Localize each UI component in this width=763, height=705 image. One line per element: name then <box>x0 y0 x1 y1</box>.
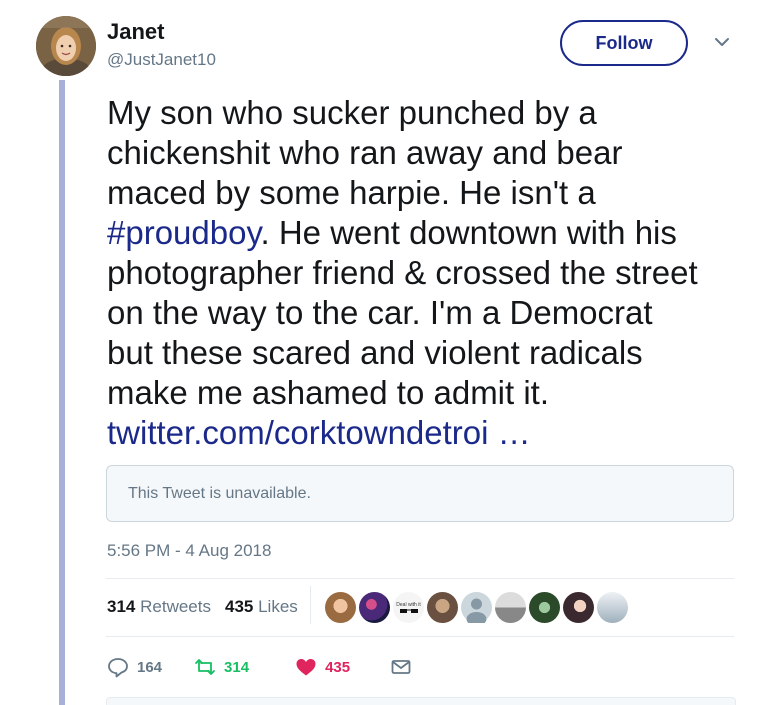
sunglasses-icon <box>399 608 418 613</box>
divider <box>106 578 734 579</box>
author-handle[interactable]: @JustJanet10 <box>107 50 216 70</box>
liker-avatar[interactable] <box>427 592 458 623</box>
likes-stat-label: Likes <box>258 597 298 616</box>
tweet-page: Janet @JustJanet10 Follow My son who suc… <box>0 0 763 705</box>
tweet-actions: 164 314 435 <box>107 655 412 679</box>
tweet-line: maced by some harpie. He isn't a <box>107 174 596 211</box>
liker-avatar-default[interactable] <box>461 592 492 626</box>
liker-avatar[interactable] <box>563 592 594 623</box>
like-button[interactable]: 435 <box>295 656 350 678</box>
tweet-line-rest: . He went downtown with his <box>260 214 677 251</box>
retweets-stat-count: 314 <box>107 597 136 616</box>
liker-avatar[interactable] <box>597 592 628 623</box>
heart-icon <box>296 659 316 676</box>
direct-message-button[interactable] <box>390 656 412 678</box>
liker-avatar[interactable] <box>359 592 390 623</box>
liker-avatars: Deal with it <box>325 592 628 626</box>
reply-count: 164 <box>137 658 163 676</box>
envelope-icon <box>391 660 411 674</box>
quoted-tweet-unavailable[interactable]: This Tweet is unavailable. <box>106 465 734 522</box>
tweet-line: My son who sucker punched by a <box>107 94 597 131</box>
liker-avatar[interactable] <box>325 592 356 623</box>
tweet-timestamp[interactable]: 5:56 PM - 4 Aug 2018 <box>107 541 271 561</box>
tweet-line: but these scared and violent radicals <box>107 334 643 371</box>
retweet-icon <box>195 659 215 675</box>
tweet-line: on the way to the car. I'm a Democrat <box>107 294 653 331</box>
default-user-icon <box>466 598 487 626</box>
tweet-line: make me ashamed to admit it. <box>107 374 550 411</box>
avatar[interactable] <box>36 16 96 76</box>
tweet-line-with-hashtag: #proudboy. He went downtown with his <box>107 213 747 253</box>
hashtag-link[interactable]: #proudboy <box>107 214 261 251</box>
author-name[interactable]: Janet <box>107 19 164 45</box>
divider <box>106 636 734 637</box>
likes-stat[interactable]: 435 Likes <box>225 597 298 617</box>
tweet-line: chickenshit who ran away and bear <box>107 134 623 171</box>
tweet-stats: 314 Retweets 435 Likes <box>107 597 298 617</box>
chevron-down-icon[interactable] <box>712 34 732 50</box>
retweet-button[interactable]: 314 <box>194 656 249 678</box>
retweets-stat-label: Retweets <box>140 597 211 616</box>
reply-composer-partial[interactable] <box>106 697 736 705</box>
tweet-url-link[interactable]: twitter.com/corktowndetroi … <box>107 413 747 453</box>
tweet-text: My son who sucker punched by a chickensh… <box>107 93 747 453</box>
likes-stat-count: 435 <box>224 597 254 616</box>
thread-line <box>59 80 65 705</box>
follow-button[interactable]: Follow <box>560 20 688 66</box>
quoted-tweet-message: This Tweet is unavailable. <box>128 484 311 502</box>
liker-avatar[interactable] <box>529 592 560 623</box>
avatar-image <box>36 16 96 76</box>
retweet-count: 314 <box>224 658 250 676</box>
reply-button[interactable]: 164 <box>107 656 162 678</box>
reply-icon <box>108 658 128 678</box>
like-count: 435 <box>325 658 351 676</box>
stats-separator <box>310 586 311 624</box>
liker-avatar[interactable] <box>495 592 526 623</box>
tweet-line: photographer friend & crossed the street <box>107 254 698 291</box>
retweets-stat[interactable]: 314 Retweets <box>107 597 211 617</box>
liker-avatar-deal-with-it[interactable]: Deal with it <box>393 592 424 623</box>
